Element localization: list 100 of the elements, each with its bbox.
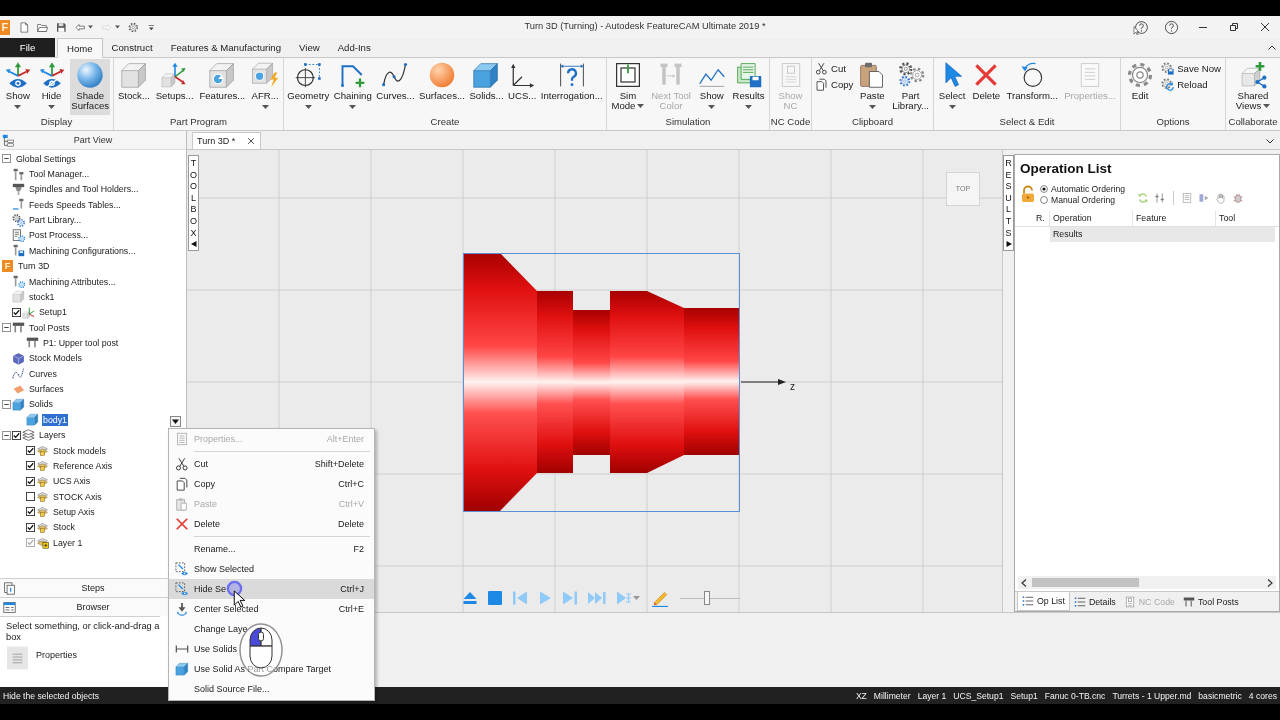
tree-item[interactable]: body1 xyxy=(42,413,68,426)
tree-item[interactable]: UCS Axis xyxy=(52,475,92,488)
close-icon[interactable] xyxy=(247,137,256,145)
menu-item[interactable]: Rename... F2 xyxy=(169,539,374,559)
cut-button[interactable]: Cut xyxy=(815,62,854,75)
status-field[interactable]: Turrets - 1 Upper.md xyxy=(1112,690,1192,701)
radio-button[interactable] xyxy=(1040,195,1048,204)
menu-item[interactable]: Solid Source File... xyxy=(169,679,374,699)
ribbon-tab[interactable]: Home xyxy=(57,38,103,58)
caret-down-icon[interactable] xyxy=(88,25,94,29)
ribbon-tab[interactable]: Construct xyxy=(102,38,162,57)
toolbox-tab[interactable]: TOOLBOX xyxy=(188,155,199,251)
tree-item[interactable]: Feeds Speeds Tables... xyxy=(28,198,122,211)
paste-button[interactable]: Paste xyxy=(857,59,888,115)
column-header[interactable]: Feature xyxy=(1133,211,1216,226)
checkbox[interactable] xyxy=(12,307,21,317)
geometry-button[interactable]: Geometry xyxy=(286,59,331,115)
interrogation-button[interactable]: Interrogation... xyxy=(539,59,604,115)
caret-down-icon[interactable] xyxy=(114,25,120,29)
tree-item[interactable]: stock1 xyxy=(28,290,56,303)
ribbon-tab[interactable]: Add-Ins xyxy=(328,38,380,57)
tree-item[interactable]: Solids xyxy=(28,398,54,411)
checkbox[interactable] xyxy=(26,522,35,532)
tree-item[interactable]: Stock models xyxy=(52,444,107,457)
tree-item[interactable]: Global Settings xyxy=(15,152,77,165)
curves-button[interactable]: Curves... xyxy=(375,59,416,115)
minus-box-icon[interactable] xyxy=(2,154,11,164)
column-header[interactable]: Operation xyxy=(1050,211,1133,226)
tree-item[interactable]: Spindles and Tool Holders... xyxy=(28,183,140,196)
tree-item[interactable]: STOCK Axis xyxy=(52,490,103,503)
menu-item[interactable]: Copy Ctrl+C xyxy=(169,474,374,494)
scroll-right-icon[interactable] xyxy=(1267,578,1273,587)
pencil-icon[interactable] xyxy=(651,589,669,607)
help-cursor-icon[interactable] xyxy=(1133,19,1148,35)
column-header[interactable]: Tool xyxy=(1216,211,1279,226)
status-field[interactable]: UCS_Setup1 xyxy=(953,690,1004,701)
tree-item[interactable]: Part Library... xyxy=(28,214,83,227)
chaining-button[interactable]: Chaining xyxy=(332,59,373,115)
group-row[interactable]: Results xyxy=(1050,227,1275,242)
panel-tab[interactable]: Details xyxy=(1069,592,1120,611)
results-button[interactable]: Results xyxy=(731,59,766,115)
file-menu-button[interactable]: File xyxy=(0,38,55,57)
ribbon-tab[interactable]: View xyxy=(290,38,329,57)
tree-item[interactable]: Stock xyxy=(52,521,76,534)
status-field[interactable]: 4 cores xyxy=(1248,690,1277,701)
status-field[interactable]: Setup1 xyxy=(1010,690,1038,701)
copy-button[interactable]: Copy xyxy=(815,78,854,91)
minus-box-icon[interactable] xyxy=(2,430,11,440)
edit-options-button[interactable]: Edit xyxy=(1125,59,1156,115)
slider-thumb[interactable] xyxy=(704,591,710,605)
select-button[interactable]: Select xyxy=(937,59,968,115)
tree-item[interactable]: Layers xyxy=(38,429,67,442)
new-document-icon[interactable] xyxy=(18,20,30,34)
hand-icon[interactable] xyxy=(1215,192,1228,204)
setups-button[interactable]: Setups... xyxy=(154,59,195,115)
bug-icon[interactable] xyxy=(1232,192,1245,204)
menu-item[interactable]: Change Laye xyxy=(169,619,374,639)
tree-item[interactable]: P1: Upper tool post xyxy=(42,337,120,349)
eject-icon[interactable] xyxy=(462,590,478,606)
status-field[interactable]: Fanuc 0-TB.cnc xyxy=(1044,690,1106,701)
dropdown-arrow-icon[interactable] xyxy=(170,416,181,427)
tree-item[interactable]: Curves xyxy=(28,367,58,380)
tree-item[interactable]: Setup1 xyxy=(38,306,68,319)
checkbox[interactable] xyxy=(26,446,35,455)
tree-item[interactable]: Reference Axis xyxy=(52,459,114,472)
save-now-button[interactable]: Save Now xyxy=(1161,62,1221,75)
menu-item[interactable]: Use Solid As Part Compare Target xyxy=(169,659,374,679)
menu-item[interactable]: Hide Se Ctrl+J xyxy=(169,579,374,599)
afr-button[interactable]: AFR... xyxy=(250,59,281,115)
gear-icon[interactable] xyxy=(127,20,139,34)
show-graph-button[interactable]: Show xyxy=(696,59,727,115)
caret-down-icon[interactable] xyxy=(1266,139,1274,144)
tree-item[interactable]: Machining Configurations... xyxy=(28,244,137,257)
results-tab[interactable]: RESULTS xyxy=(1003,155,1014,251)
hide-button[interactable]: Hide xyxy=(36,59,67,115)
show-button[interactable]: Show xyxy=(2,59,33,115)
solids-button[interactable]: Solids... xyxy=(468,59,505,115)
stop-icon[interactable] xyxy=(487,590,503,606)
checkbox[interactable] xyxy=(12,430,21,440)
menu-item[interactable]: Delete Delete xyxy=(169,514,374,534)
ucs-button[interactable]: UCS... xyxy=(507,59,538,115)
transform-button[interactable]: Transform... xyxy=(1005,59,1059,115)
features-button[interactable]: Features... xyxy=(198,59,247,115)
restore-icon[interactable] xyxy=(1228,22,1239,32)
panel-tab[interactable]: Tool Posts xyxy=(1178,592,1243,611)
stock-button[interactable]: Stock... xyxy=(116,59,151,115)
delete-button[interactable]: Delete xyxy=(971,59,1002,115)
checkbox[interactable] xyxy=(26,476,35,486)
scrollbar-track[interactable] xyxy=(1018,576,1276,589)
scrollbar-thumb[interactable] xyxy=(1032,578,1139,587)
radio-button[interactable] xyxy=(1040,184,1048,193)
tree-item[interactable]: Stock Models xyxy=(28,352,83,365)
sim-mode-button[interactable]: Sim Mode xyxy=(610,59,646,115)
minus-box-icon[interactable] xyxy=(2,399,11,409)
tree-item[interactable]: Tool Posts xyxy=(28,321,71,334)
checkbox[interactable] xyxy=(26,507,35,517)
scroll-left-icon[interactable] xyxy=(1021,578,1027,587)
tree-item[interactable]: Turn 3D xyxy=(17,260,51,273)
status-field[interactable]: Millimeter xyxy=(873,690,911,701)
tree-item[interactable]: Tool Manager... xyxy=(28,168,91,181)
